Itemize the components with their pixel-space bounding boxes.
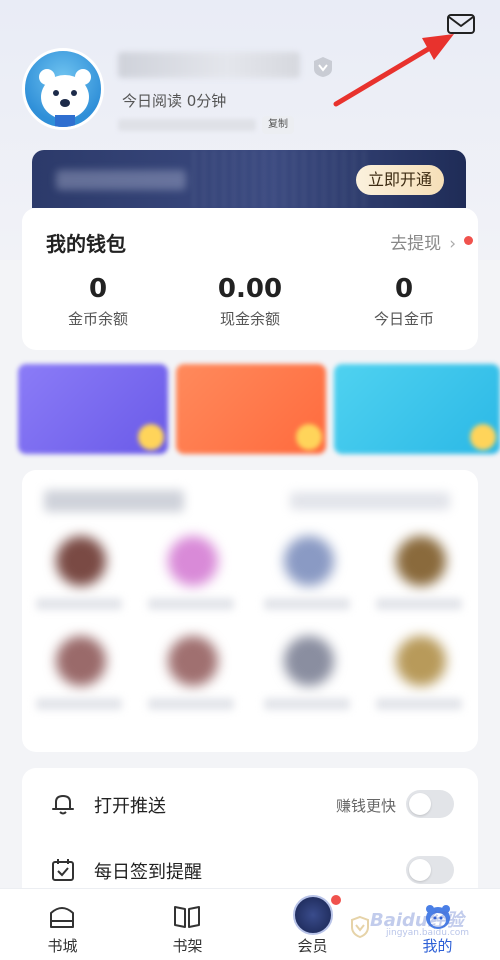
vip-banner-text-redacted — [56, 170, 186, 190]
today-coins-value: 0 — [394, 274, 414, 304]
cash-balance[interactable]: 0.00 现金余额 — [174, 274, 326, 329]
toggle-knob — [409, 859, 431, 881]
tab-bookstore[interactable]: 书城 — [0, 889, 125, 960]
withdraw-label: 去提现 — [390, 234, 442, 254]
recommend-title-redacted — [44, 490, 184, 512]
today-coins-label: 今日金币 — [373, 310, 434, 328]
coin-balance-label: 金币余额 — [67, 310, 128, 328]
list-item[interactable] — [368, 536, 468, 636]
item-text-redacted — [376, 698, 462, 710]
nickname-redacted — [118, 52, 300, 78]
setting-label-checkin: 每日签到提醒 — [94, 862, 202, 883]
item-text-redacted — [148, 698, 234, 710]
coin-balance-value: 0 — [88, 274, 108, 304]
list-item[interactable] — [256, 536, 356, 636]
promo-card-cyan[interactable] — [334, 364, 500, 454]
tab-label-mine: 我的 — [422, 937, 453, 955]
setting-row-push[interactable]: 打开推送 赚钱更快 — [22, 772, 478, 832]
bookstore-icon — [50, 907, 74, 928]
list-item[interactable] — [28, 636, 128, 736]
watermark-url: jingyan.baidu.com — [386, 928, 470, 938]
today-coins[interactable]: 0 今日金币 — [328, 274, 480, 329]
settings-card: 打开推送 赚钱更快 每日签到提醒 — [22, 768, 478, 908]
checkin-toggle[interactable] — [406, 856, 454, 884]
avatar[interactable] — [22, 48, 104, 130]
item-text-redacted — [36, 598, 122, 610]
coin-icon — [296, 424, 322, 450]
coin-icon — [138, 424, 164, 450]
chevron-right-icon: › — [449, 234, 456, 254]
tab-vip[interactable]: 会员 — [250, 889, 375, 960]
coin-icon — [470, 424, 496, 450]
thumbnail — [56, 636, 106, 686]
tab-label-vip: 会员 — [297, 937, 328, 955]
list-item[interactable] — [368, 636, 468, 736]
recommend-card-redacted — [22, 470, 478, 752]
item-text-redacted — [264, 698, 350, 710]
cash-balance-value: 0.00 — [217, 274, 283, 304]
open-vip-button[interactable]: 立即开通 — [356, 165, 444, 195]
wallet-card: 我的钱包 去提现 › 0 金币余额 0.00 现金余额 0 今日金币 — [22, 208, 478, 350]
copy-id-button[interactable]: 复制 — [262, 116, 294, 134]
promo-card-purple[interactable] — [18, 364, 168, 454]
list-item[interactable] — [140, 536, 240, 636]
thumbnail — [56, 536, 106, 586]
thumbnail — [284, 636, 334, 686]
user-id-redacted — [118, 119, 256, 131]
push-toggle[interactable] — [406, 790, 454, 818]
item-text-redacted — [376, 598, 462, 610]
thumbnail — [168, 536, 218, 586]
bookshelf-icon — [174, 906, 200, 928]
withdraw-notification-dot — [464, 236, 473, 245]
item-text-redacted — [148, 598, 234, 610]
tab-label-bookstore: 书城 — [47, 937, 78, 955]
item-text-redacted — [36, 698, 122, 710]
withdraw-link[interactable]: 去提现 › — [390, 229, 456, 254]
promo-card-orange[interactable] — [176, 364, 326, 454]
today-reading-time: 今日阅读 0分钟 — [122, 92, 227, 110]
vip-banner-decoration — [192, 150, 372, 208]
mail-icon[interactable] — [446, 12, 476, 36]
recommend-link-redacted — [290, 492, 450, 510]
setting-hint-push: 赚钱更快 — [335, 797, 396, 815]
item-text-redacted — [264, 598, 350, 610]
vip-shield-icon — [293, 895, 369, 939]
vip-level-icon[interactable] — [313, 56, 333, 78]
toggle-knob — [409, 793, 431, 815]
calendar-check-icon — [52, 859, 74, 881]
list-item[interactable] — [256, 636, 356, 736]
setting-label-push: 打开推送 — [94, 796, 166, 817]
cash-balance-label: 现金余额 — [219, 310, 280, 328]
bell-icon — [52, 795, 74, 815]
thumbnail — [396, 636, 446, 686]
thumbnail — [396, 536, 446, 586]
promo-banners — [18, 364, 500, 454]
vip-notification-dot — [331, 895, 341, 905]
thumbnail — [168, 636, 218, 686]
coin-balance[interactable]: 0 金币余额 — [22, 274, 174, 329]
list-item[interactable] — [140, 636, 240, 736]
thumbnail — [284, 536, 334, 586]
wallet-title: 我的钱包 — [46, 232, 126, 256]
list-item[interactable] — [28, 536, 128, 636]
tab-label-bookshelf: 书架 — [172, 937, 203, 955]
tab-bookshelf[interactable]: 书架 — [125, 889, 250, 960]
